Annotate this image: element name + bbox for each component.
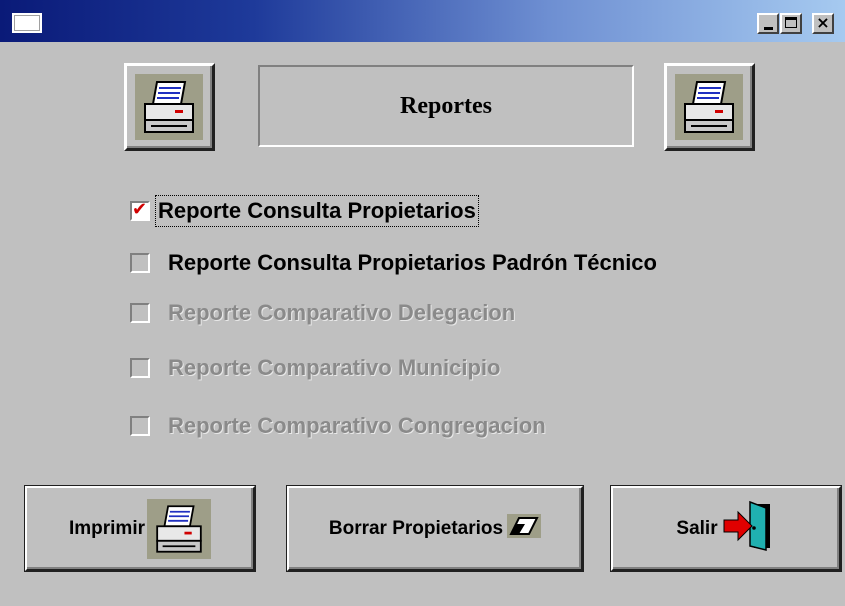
checkbox-label: Reporte Comparativo Municipio — [168, 355, 501, 380]
minimize-icon — [764, 27, 773, 30]
reportes-title-box: Reportes — [258, 65, 634, 147]
salir-button[interactable]: Salir — [611, 486, 841, 571]
printer-icon — [135, 74, 203, 140]
checkbox-consulta-propietarios-padron-tecnico[interactable]: Reporte Consulta Propietarios Padrón Téc… — [130, 248, 657, 278]
eraser-icon — [507, 514, 542, 543]
checkbox-label: Reporte Consulta Propietarios Padrón Téc… — [168, 250, 657, 275]
check-mark-icon: ✔ — [132, 199, 148, 220]
page-title: Reportes — [400, 92, 492, 119]
salir-label: Salir — [676, 517, 718, 539]
close-icon: × — [816, 13, 830, 32]
close-button[interactable]: × — [812, 13, 834, 34]
checkbox-comparativo-municipio: Reporte Comparativo Municipio — [130, 353, 500, 383]
checkbox-comparativo-congregacion: Reporte Comparativo Congregacion — [130, 411, 546, 441]
reportes-window: × Reportes ✔ Reporte Consulta Propietari… — [0, 0, 845, 606]
borrar-propietarios-button[interactable]: Borrar Propietarios — [287, 486, 583, 571]
printer-icon — [675, 74, 743, 140]
checkbox-label: Reporte Comparativo Congregacion — [168, 413, 546, 438]
printer-button-right[interactable] — [664, 63, 755, 151]
title-bar[interactable]: × — [0, 0, 845, 42]
minimize-button[interactable] — [757, 13, 779, 34]
borrar-propietarios-label: Borrar Propietarios — [328, 517, 504, 539]
maximize-button[interactable] — [780, 13, 802, 34]
maximize-icon — [785, 17, 797, 28]
exit-door-icon — [720, 500, 776, 557]
checkbox — [130, 416, 150, 436]
checkbox — [130, 358, 150, 378]
checkbox[interactable]: ✔ — [130, 199, 150, 221]
checkbox-label: Reporte Comparativo Delegacion — [168, 300, 516, 325]
checkbox-comparativo-delegacion: Reporte Comparativo Delegacion — [130, 298, 515, 328]
checkbox-consulta-propietarios[interactable]: ✔ Reporte Consulta Propietarios — [130, 195, 479, 227]
checkbox-label: Reporte Consulta Propietarios — [155, 195, 479, 227]
imprimir-label: Imprimir — [68, 517, 146, 539]
printer-icon — [147, 498, 212, 559]
checkbox — [130, 303, 150, 323]
printer-button-left[interactable] — [124, 63, 215, 151]
imprimir-button[interactable]: Imprimir — [25, 486, 255, 571]
checkbox[interactable] — [130, 253, 150, 273]
system-menu-icon[interactable] — [12, 13, 42, 33]
